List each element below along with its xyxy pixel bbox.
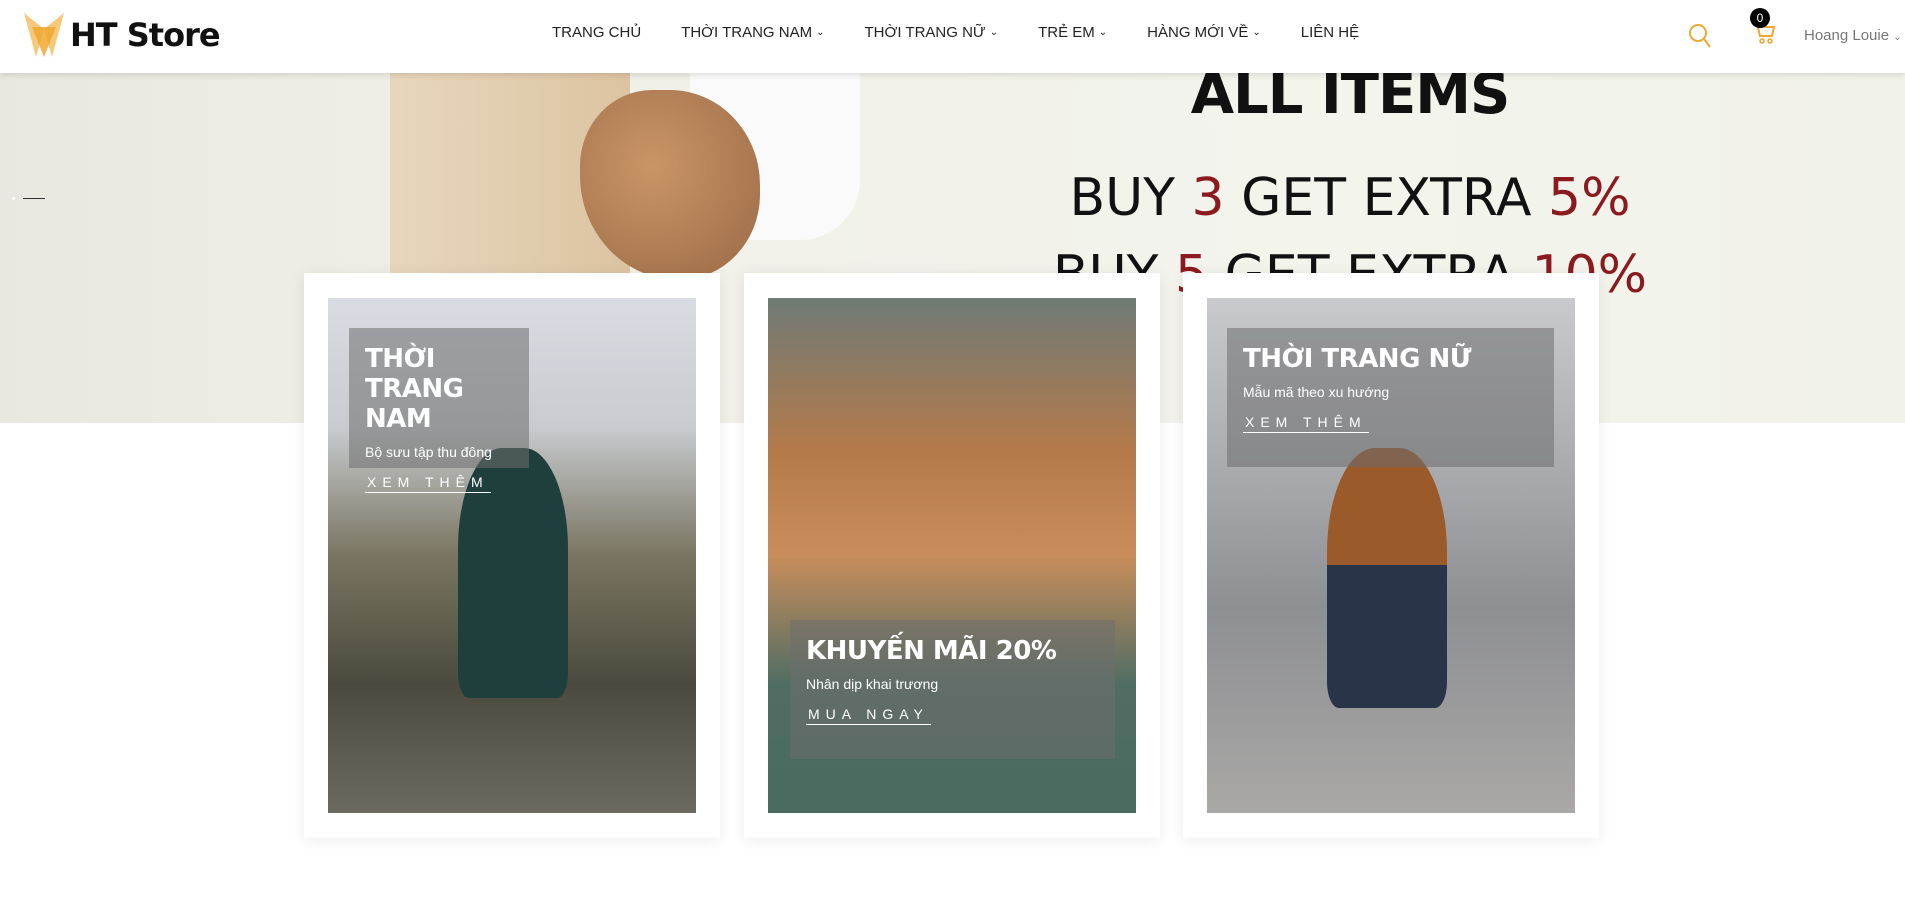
shop-now-link[interactable]: MUA NGAY (806, 706, 931, 725)
nav-lien-he[interactable]: LIÊN HỆ (1301, 24, 1359, 41)
logo[interactable]: HT Store (24, 13, 221, 57)
card-subtitle: Bộ sưu tập thu đông (365, 444, 492, 460)
men-fashion-photo: THỜI TRANG NAM Bộ sưu tập thu đông XEM T… (328, 298, 696, 813)
chevron-down-icon: ⌄ (1893, 32, 1902, 43)
chevron-down-icon: ⌄ (816, 27, 825, 38)
category-card-women[interactable]: THỜI TRANG NỮ Mẫu mã theo xu hướng XEM T… (1183, 273, 1599, 838)
chevron-down-icon: ⌄ (1098, 27, 1108, 38)
site-header: HT Store TRANG CHỦ THỜI TRANG NAM ⌄ THỜI … (0, 0, 1905, 73)
card-title: THỜI TRANG NAM (365, 344, 464, 434)
slider-indicators[interactable] (12, 197, 45, 200)
main-nav: TRANG CHỦ THỜI TRANG NAM ⌄ THỜI TRANG NỮ ⌄… (552, 24, 1359, 41)
chevron-down-icon: ⌄ (989, 27, 999, 38)
view-more-link[interactable]: XEM THÊM (1243, 414, 1369, 433)
user-menu[interactable]: Hoang Louie ⌄ (1804, 27, 1902, 44)
card-title: THỜI TRANG NỮ (1243, 344, 1471, 374)
logo-icon (24, 13, 64, 57)
nav-hang-moi-ve[interactable]: HÀNG MỚI VỀ ⌄ (1147, 24, 1261, 41)
nav-trang-chu[interactable]: TRANG CHỦ (552, 24, 641, 41)
logo-text: HT Store (70, 16, 221, 54)
card-subtitle: Nhân dịp khai trương (806, 676, 939, 692)
hero-promo-1: BUY 3 GET EXTRA 5% (1069, 168, 1631, 228)
cart-count-badge: 0 (1750, 8, 1770, 28)
slider-dot[interactable] (12, 197, 15, 200)
card-overlay: THỜI TRANG NAM Bộ sưu tập thu đông XEM T… (349, 328, 529, 493)
women-fashion-photo: THỜI TRANG NỮ Mẫu mã theo xu hướng XEM T… (1207, 298, 1575, 813)
card-title: KHUYẾN MÃI 20% (806, 636, 1057, 666)
nav-thoi-trang-nam[interactable]: THỜI TRANG NAM ⌄ (681, 24, 824, 41)
view-more-link[interactable]: XEM THÊM (365, 474, 491, 493)
category-card-promo[interactable]: KHUYẾN MÃI 20% Nhân dịp khai trương MUA … (744, 273, 1160, 838)
chevron-down-icon: ⌄ (1252, 27, 1261, 38)
promo-photo: KHUYẾN MÃI 20% Nhân dịp khai trương MUA … (768, 298, 1136, 813)
search-icon[interactable] (1688, 23, 1712, 49)
nav-tre-em[interactable]: TRẺ EM ⌄ (1038, 24, 1107, 41)
category-card-men[interactable]: THỜI TRANG NAM Bộ sưu tập thu đông XEM T… (304, 273, 720, 838)
cart-button[interactable]: 0 (1730, 8, 1776, 51)
card-overlay: THỜI TRANG NỮ Mẫu mã theo xu hướng XEM T… (1227, 328, 1554, 467)
nav-thoi-trang-nu[interactable]: THỜI TRANG NỮ ⌄ (864, 24, 998, 41)
card-overlay: KHUYẾN MÃI 20% Nhân dịp khai trương MUA … (790, 620, 1115, 759)
slider-dot-active[interactable] (23, 198, 45, 199)
card-subtitle: Mẫu mã theo xu hướng (1243, 384, 1390, 400)
